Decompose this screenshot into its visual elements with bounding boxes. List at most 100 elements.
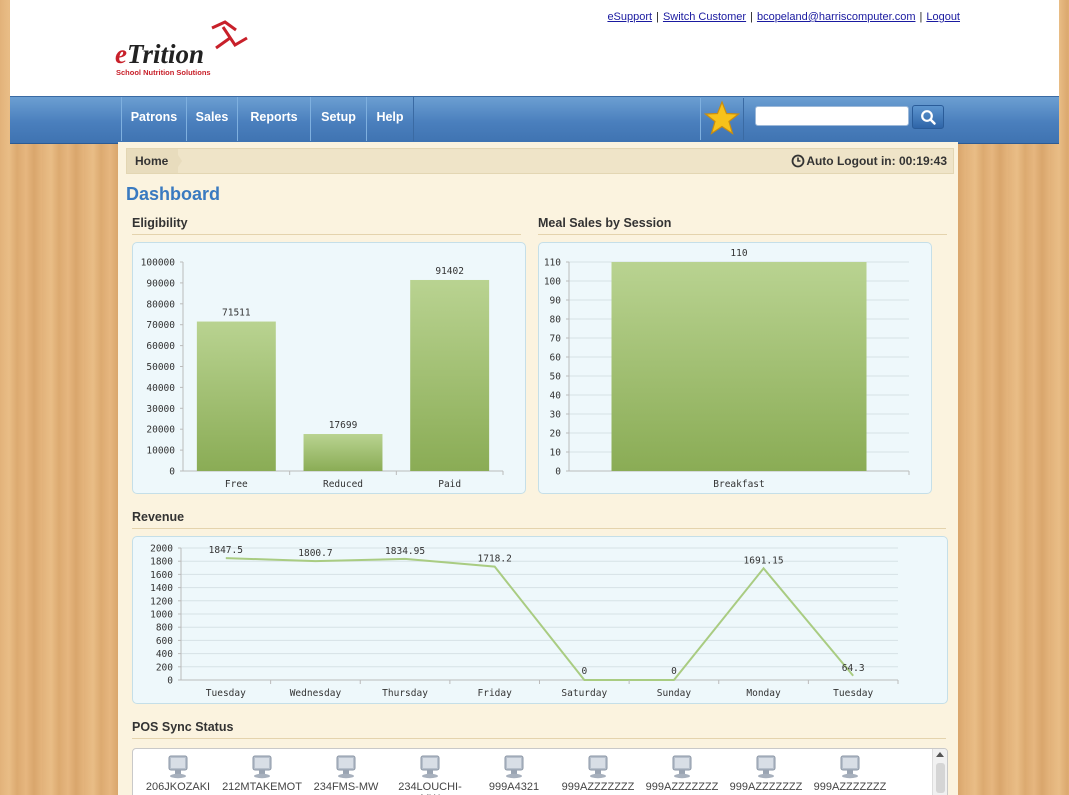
pos-terminal[interactable]: 234LOUCHI-MW — [389, 755, 471, 795]
scroll-thumb[interactable] — [936, 763, 945, 793]
data-label: 71511 — [222, 308, 251, 319]
data-label: 1834.95 — [385, 546, 425, 557]
meal-sales-title: Meal Sales by Session — [538, 216, 947, 235]
y-tick-label: 30 — [550, 410, 562, 421]
y-tick-label: 10000 — [146, 446, 175, 457]
y-tick-label: 70 — [550, 334, 562, 345]
pos-terminal[interactable]: 999AZZZZZZZ — [557, 755, 639, 793]
y-tick-label: 40000 — [146, 383, 175, 394]
computer-icon — [336, 755, 356, 779]
nav-help[interactable]: Help — [366, 97, 414, 141]
favorites-button[interactable] — [700, 98, 744, 140]
y-tick-label: 20 — [550, 429, 562, 440]
search-input[interactable] — [755, 106, 909, 126]
nav-patrons[interactable]: Patrons — [121, 97, 187, 141]
pos-terminal-label: 206JKOZAKI — [145, 781, 211, 793]
y-tick-label: 70000 — [146, 320, 175, 331]
y-tick-label: 100 — [544, 277, 561, 288]
pos-terminal[interactable]: 999AZZZZZZZ — [725, 755, 807, 793]
x-tick-label: Free — [225, 479, 248, 490]
data-label: 64.3 — [842, 663, 865, 674]
data-label: 1800.7 — [298, 548, 332, 559]
switch-customer-link[interactable]: Switch Customer — [663, 11, 746, 23]
pos-terminal[interactable]: 999A4321 — [473, 755, 555, 793]
pos-terminal[interactable]: 999AZZZZZZZ — [809, 755, 891, 793]
y-tick-label: 90000 — [146, 278, 175, 289]
nav-setup[interactable]: Setup — [310, 97, 367, 141]
breadcrumb: Home Auto Logout in: 00:19:43 — [126, 148, 954, 174]
bar — [303, 434, 383, 471]
pos-sync-title: POS Sync Status — [132, 720, 946, 739]
user-email-link[interactable]: bcopeland@harriscomputer.com — [757, 11, 916, 23]
link-separator: | — [919, 11, 923, 23]
pos-terminal-label: 999AZZZZZZZ — [561, 781, 635, 793]
y-tick-label: 2000 — [150, 544, 173, 555]
computer-icon — [168, 755, 188, 779]
nav-reports[interactable]: Reports — [237, 97, 311, 141]
y-tick-label: 30000 — [146, 404, 175, 415]
esupport-link[interactable]: eSupport — [607, 11, 652, 23]
pos-terminal-label: 234FMS-MW — [313, 781, 379, 793]
y-tick-label: 80000 — [146, 299, 175, 310]
computer-icon — [588, 755, 608, 779]
nav-sales[interactable]: Sales — [186, 97, 238, 141]
bar — [410, 279, 490, 471]
y-tick-label: 0 — [167, 676, 173, 687]
y-tick-label: 1800 — [150, 557, 173, 568]
x-tick-label: Wednesday — [290, 688, 342, 699]
pos-terminal-label: 234LOUCHI-MW — [398, 781, 462, 795]
eligibility-chart: 0 10000 20000 30000 40000 50000 60000 70000 8000… — [141, 258, 504, 490]
data-label: 110 — [730, 248, 747, 259]
scroll-up-icon[interactable] — [936, 752, 944, 757]
meal-sales-chart: 0 10 20 30 40 50 60 70 80 90 100 110 110 Breakfast — [544, 248, 910, 490]
y-tick-label: 1200 — [150, 596, 173, 607]
y-tick-label: 60 — [550, 353, 562, 364]
breadcrumb-home[interactable]: Home — [127, 149, 179, 173]
y-tick-label: 50000 — [146, 362, 175, 373]
revenue-chart: 0 200 400 600 800 1000 1200 1400 1600 1800 2000 Tue… — [150, 544, 899, 699]
revenue-line — [225, 557, 854, 681]
y-tick-label: 1600 — [150, 570, 173, 581]
header-links: eSupport | Switch Customer | bcopeland@harri… — [390, 11, 960, 23]
auto-logout: Auto Logout in: 00:19:43 — [806, 149, 947, 173]
y-tick-label: 400 — [156, 649, 173, 660]
data-label: 0 — [581, 666, 587, 677]
x-tick-label: Thursday — [382, 688, 428, 699]
data-label: 1718.2 — [478, 554, 512, 565]
pos-terminal-label: 999AZZZZZZZ — [729, 781, 803, 793]
search-button[interactable] — [912, 105, 944, 129]
computer-icon — [840, 755, 860, 779]
pos-terminal-label: 212MTAKEMOT — [222, 781, 302, 793]
pos-terminal[interactable]: 212MTAKEMOT — [221, 755, 303, 793]
bar — [196, 321, 276, 471]
y-tick-label: 80 — [550, 315, 562, 326]
y-tick-label: 200 — [156, 662, 173, 673]
pos-terminal[interactable]: 999AZZZZZZZ — [641, 755, 723, 793]
y-tick-label: 60000 — [146, 341, 175, 352]
x-tick-label: Reduced — [323, 479, 363, 490]
y-tick-label: 1000 — [150, 610, 173, 621]
computer-icon — [504, 755, 524, 779]
star-icon — [703, 100, 741, 135]
logo-wordmark: eTrition — [115, 39, 204, 69]
page-title: Dashboard — [126, 184, 221, 204]
data-label: 1691.15 — [744, 555, 784, 566]
clock-icon — [791, 154, 805, 168]
logo[interactable]: eTrition School Nutrition Solutions — [115, 18, 265, 78]
pos-scrollbar[interactable] — [932, 749, 947, 795]
auto-logout-time: 00:19:43 — [898, 154, 947, 168]
y-tick-label: 600 — [156, 636, 173, 647]
x-tick-label: Saturday — [561, 688, 607, 699]
y-tick-label: 10 — [550, 448, 562, 459]
pos-terminal[interactable]: 234FMS-MW — [305, 755, 387, 793]
computer-icon — [672, 755, 692, 779]
search-icon — [921, 110, 936, 125]
pos-terminal-label: 999A4321 — [488, 781, 540, 793]
logout-link[interactable]: Logout — [926, 11, 960, 23]
data-label: 1847.5 — [209, 545, 243, 556]
x-tick-label: Friday — [478, 688, 513, 699]
breadcrumb-arrow — [174, 149, 182, 173]
page: eTrition School Nutrition Solutions eSup… — [10, 0, 1059, 795]
logo-tagline: School Nutrition Solutions — [116, 68, 211, 77]
pos-terminal[interactable]: 206JKOZAKI — [137, 755, 219, 793]
